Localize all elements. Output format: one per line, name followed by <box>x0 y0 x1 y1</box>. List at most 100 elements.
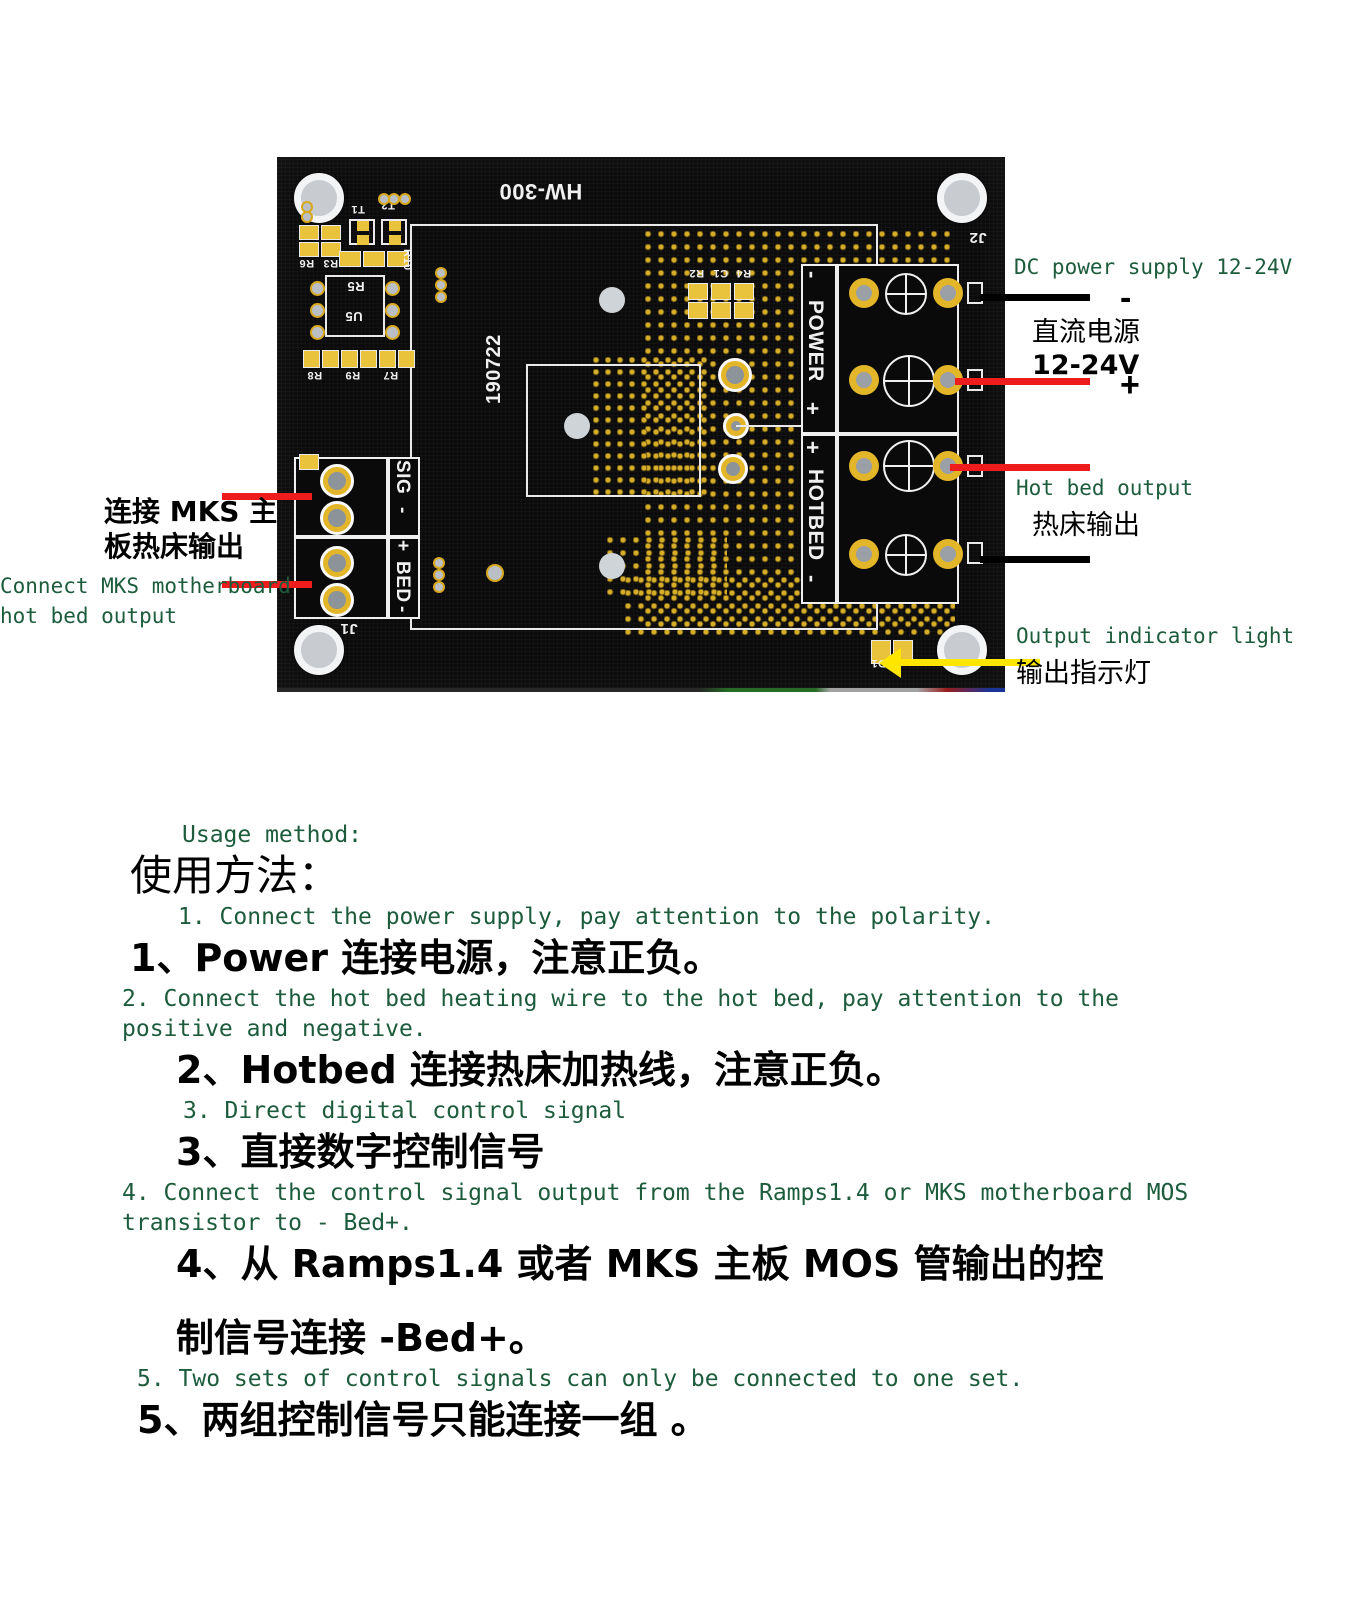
smd-pad-r7b <box>398 350 415 368</box>
smd-pad-r6b <box>299 225 319 240</box>
power-neg-pad-left <box>849 278 879 308</box>
silk-label-power-minus: - <box>800 271 825 279</box>
smd-pad-r3a <box>321 225 341 240</box>
usage-step-4-en: 4. Connect the control signal output fro… <box>122 1180 1189 1206</box>
silk-label-power: POWER <box>804 300 827 382</box>
usage-step-2-en-cont: positive and negative. <box>122 1016 427 1042</box>
via-misc-3 <box>401 195 409 203</box>
silk-label-hotbed-plus: + <box>800 441 825 455</box>
silk-label-bed: BED <box>392 561 413 603</box>
silk-label-r7: R7 <box>383 369 399 381</box>
hotbed-neg-pad-right <box>933 539 963 569</box>
power-pos-screw <box>883 355 935 407</box>
via-misc-10 <box>435 571 443 579</box>
smd-pad-r4a <box>734 283 754 300</box>
silk-label-r10: R10 <box>401 249 413 271</box>
usage-step-4-en-cont: transistor to - Bed+. <box>122 1210 413 1236</box>
label-dc-power-supply-cn: 直流电源 <box>1032 317 1140 348</box>
silk-label-r6: R6 <box>299 257 315 269</box>
hotbed-neg-screw <box>885 534 927 576</box>
via-misc-9 <box>435 559 443 567</box>
pcb-bottom-edge-strip <box>277 688 1005 692</box>
silk-label-r5: R5 <box>347 279 365 294</box>
usage-step-4-cn-cont: 制信号连接 -Bed+。 <box>176 1316 547 1360</box>
power-pos-pad-left <box>849 365 879 395</box>
silk-label-r3: R3 <box>323 257 339 269</box>
smd-pad-r7a <box>379 350 396 368</box>
label-dc-power-supply-en: DC power supply 12-24V <box>1014 255 1293 279</box>
usage-step-1-cn: 1、Power 连接电源，注意正负。 <box>130 936 722 980</box>
via-misc-11 <box>435 583 443 591</box>
silk-date-code: 190722 <box>483 334 505 404</box>
hotbed-pos-screw <box>883 440 935 492</box>
via-hole-lower-left <box>488 566 502 580</box>
usage-step-1-en: 1. Connect the power supply, pay attenti… <box>178 904 995 930</box>
smd-pad-r2a <box>688 283 708 300</box>
smd-pad-r9b <box>360 350 377 368</box>
power-neg-pad-right <box>933 278 963 308</box>
silk-label-power-plus: + <box>800 402 825 416</box>
leader-hotbed-positive <box>950 464 1090 471</box>
silk-label-c1: C1 <box>713 267 729 279</box>
usage-step-5-cn: 5、两组控制信号只能连接一组 。 <box>137 1398 709 1442</box>
ic-u5-via-a <box>312 283 323 294</box>
ic-u5-via-d <box>387 283 398 294</box>
silk-label-r2: R2 <box>689 267 705 279</box>
pcb-board-figure: HW-300 190722 SIG - + BED - J1 - POWER +… <box>277 157 1005 692</box>
smd-pad-r9a <box>341 350 358 368</box>
usage-method-section: Usage method: 使用方法： 1. Connect the power… <box>0 820 1368 1446</box>
usage-heading-en: Usage method: <box>182 822 363 848</box>
ic-u5-via-b <box>312 305 323 316</box>
ic-u5-via-f <box>387 327 398 338</box>
silk-label-j2: J2 <box>969 229 987 246</box>
silk-label-u5: U5 <box>345 309 363 324</box>
smd-pad-r10b <box>363 251 385 267</box>
leader-hotbed-negative <box>980 556 1090 563</box>
smd-pad-t1 <box>357 221 369 231</box>
label-mks-connect-en-line2: hot bed output <box>0 604 178 628</box>
label-polarity-positive: + <box>1120 366 1140 404</box>
label-hotbed-output-en: Hot bed output <box>1016 476 1194 500</box>
usage-step-3-cn: 3、直接数字控制信号 <box>176 1130 545 1174</box>
silk-outline-mosfet-area <box>526 364 701 497</box>
j1-pad-bed-minus <box>320 583 354 617</box>
label-mks-connect-en-line1: Connect MKS motherboard <box>0 574 291 598</box>
via-misc-4 <box>303 203 311 211</box>
power-neg-screw <box>885 273 927 315</box>
hotbed-pos-pad-left <box>849 451 879 481</box>
mounting-hole-top-left <box>294 173 344 223</box>
label-output-indicator-en: Output indicator light <box>1016 624 1295 648</box>
smd-pad-r2b <box>688 302 708 319</box>
ic-u5-via-c <box>312 327 323 338</box>
usage-heading-cn: 使用方法： <box>130 851 341 900</box>
silk-model-label: HW-300 <box>499 179 583 204</box>
arrow-output-indicator-icon <box>879 648 901 678</box>
silk-label-r8: R8 <box>307 369 323 381</box>
usage-step-2-en: 2. Connect the hot bed heating wire to t… <box>122 986 1119 1012</box>
smd-pad-r8a <box>303 350 320 368</box>
via-misc-6 <box>437 269 445 277</box>
smd-pad-t1b <box>357 235 369 245</box>
via-misc-5 <box>303 213 311 221</box>
via-misc-2 <box>390 195 398 203</box>
silk-label-sig: SIG <box>392 460 413 495</box>
through-hole-upper-center <box>599 287 625 313</box>
mounting-hole-bottom-right <box>937 625 987 675</box>
via-misc-7 <box>437 281 445 289</box>
via-misc-1 <box>380 195 388 203</box>
smd-pad-c1b <box>711 302 731 319</box>
silk-label-hotbed-minus: - <box>800 575 825 583</box>
smd-pad-r4b <box>734 302 754 319</box>
smd-pad-c1a <box>711 283 731 300</box>
mounting-hole-bottom-left <box>294 625 344 675</box>
hotbed-neg-pad-left <box>849 539 879 569</box>
label-mks-connect-cn-line2: 板热床输出 <box>104 530 245 563</box>
copper-pad-ring-1 <box>718 358 752 392</box>
copper-pad-ring-3 <box>718 454 748 484</box>
silk-label-j1: J1 <box>340 620 358 637</box>
leader-dc-power-negative <box>980 294 1090 301</box>
silk-label-r4: R4 <box>736 267 752 279</box>
smd-pad-r8b <box>322 350 339 368</box>
through-hole-mid-center <box>564 413 590 439</box>
silk-label-bed-plus: + <box>392 540 413 552</box>
